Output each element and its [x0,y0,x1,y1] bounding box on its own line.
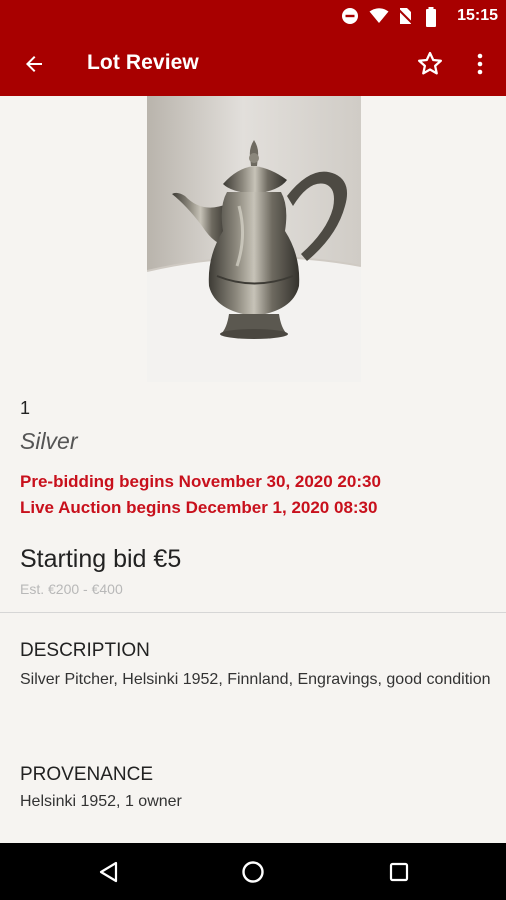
provenance-text: Helsinki 1952, 1 owner [20,793,182,810]
do-not-disturb-icon [341,7,359,25]
starting-bid: Starting bid €5 [20,545,182,573]
lot-photo[interactable] [147,96,361,382]
status-bar: 15:15 [0,0,506,32]
description-text: Silver Pitcher, Helsinki 1952, Finnland,… [20,671,491,688]
lot-number: 1 [20,398,31,418]
overflow-menu-button[interactable] [462,44,498,84]
live-auction-date: Live Auction begins December 1, 2020 08:… [20,498,378,517]
favorite-button[interactable] [410,44,450,84]
lot-name: Silver [20,428,78,454]
provenance-heading: PROVENANCE [20,764,154,785]
nav-recents-button[interactable] [382,855,416,889]
back-button[interactable] [14,44,54,84]
silver-pitcher-image [147,96,361,382]
wifi-icon [369,7,389,25]
section-divider [0,612,506,613]
system-nav-bar [0,843,506,900]
more-vertical-icon [477,53,483,75]
recents-square-icon [389,862,409,882]
page-title: Lot Review [87,51,199,74]
star-outline-icon [418,51,442,75]
description-heading: DESCRIPTION [20,640,150,661]
home-circle-icon [242,861,264,883]
nav-back-button[interactable] [92,855,126,889]
no-sim-icon [397,7,415,25]
app-bar: Lot Review [0,32,506,96]
status-icons: 15:15 [341,0,498,32]
estimate-range: Est. €200 - €400 [20,581,123,597]
arrow-left-icon [26,56,42,72]
nav-home-button[interactable] [236,855,270,889]
back-triangle-icon [99,861,118,883]
battery-icon [425,7,443,27]
status-time: 15:15 [457,7,498,24]
pre-bidding-date: Pre-bidding begins November 30, 2020 20:… [20,472,381,491]
